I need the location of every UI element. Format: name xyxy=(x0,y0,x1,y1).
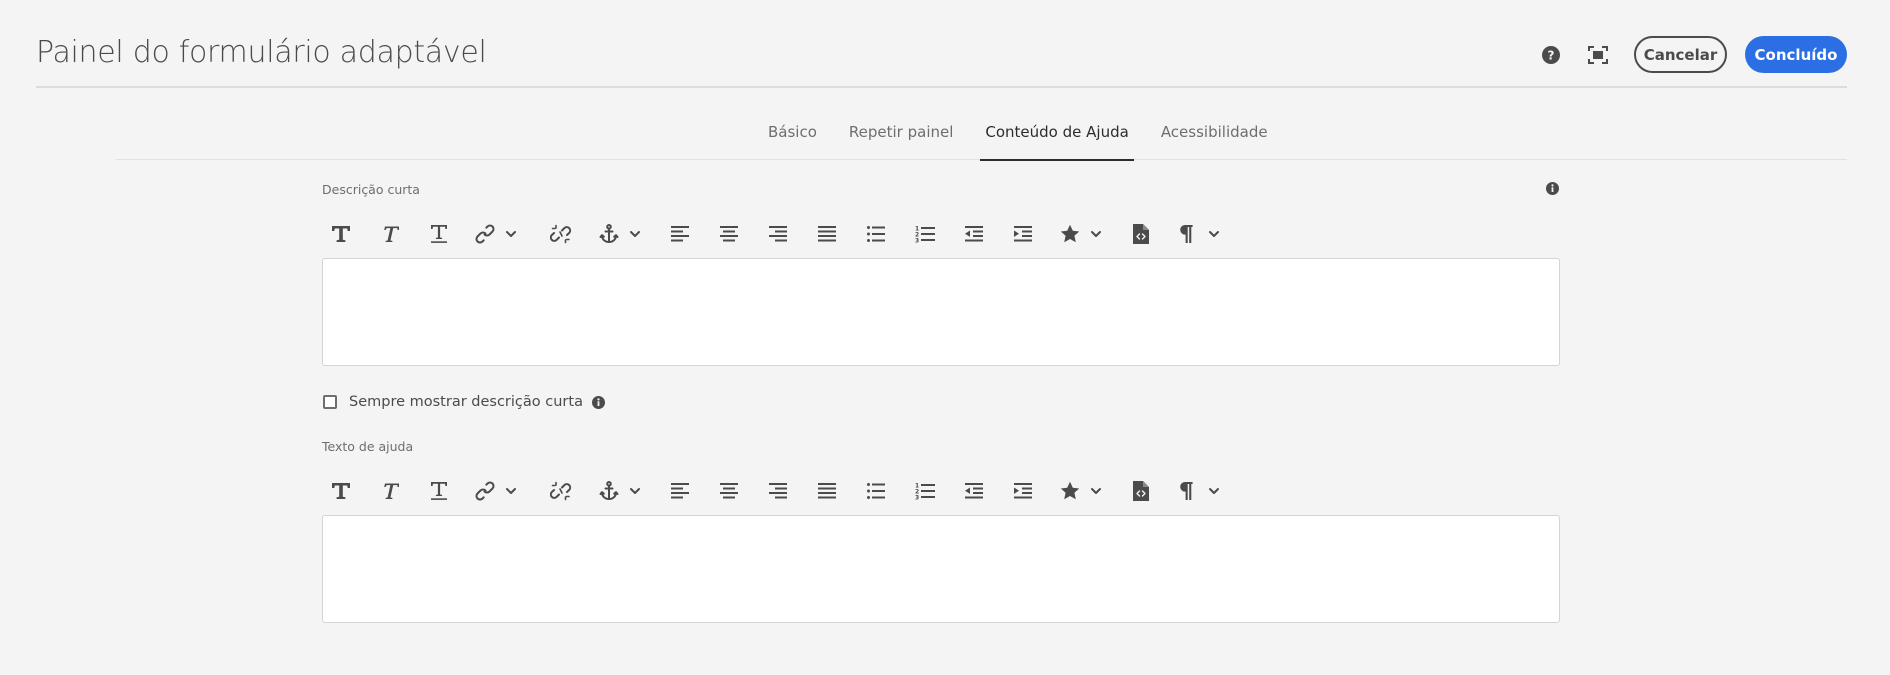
anchor-icon[interactable] xyxy=(594,219,648,249)
indent-icon[interactable] xyxy=(1006,476,1040,506)
italic-icon[interactable] xyxy=(373,476,407,506)
short-description-editor[interactable] xyxy=(322,258,1560,366)
align-right-icon[interactable] xyxy=(761,219,795,249)
info-icon[interactable] xyxy=(1546,180,1559,199)
justify-icon[interactable] xyxy=(810,219,844,249)
short-description-toolbar: 123 xyxy=(322,212,1560,256)
paragraph-format-icon[interactable] xyxy=(1173,476,1227,506)
tab-acessibilidade[interactable]: Acessibilidade xyxy=(1156,109,1273,160)
align-right-icon[interactable] xyxy=(761,476,795,506)
help-text-toolbar: 123 xyxy=(322,469,1560,513)
tab-basico[interactable]: Básico xyxy=(763,109,822,160)
tab-bar: Básico Repetir painel Conteúdo de Ajuda … xyxy=(116,109,1847,161)
bold-icon[interactable] xyxy=(324,219,358,249)
help-text-editor[interactable] xyxy=(322,515,1560,623)
unlink-icon[interactable] xyxy=(544,476,578,506)
svg-text:3: 3 xyxy=(915,238,919,244)
bold-icon[interactable] xyxy=(324,476,358,506)
cancel-button[interactable]: Cancelar xyxy=(1634,36,1727,73)
help-text-label: Texto de ajuda xyxy=(322,439,414,454)
bullet-list-icon[interactable] xyxy=(859,219,893,249)
svg-text:?: ? xyxy=(1548,48,1555,62)
dialog-header: Painel do formulário adaptável ? Cancela… xyxy=(36,0,1847,88)
numbered-list-icon[interactable]: 123 xyxy=(908,476,942,506)
always-show-short-description-checkbox[interactable] xyxy=(323,395,337,409)
special-character-icon[interactable] xyxy=(1055,219,1109,249)
numbered-list-icon[interactable]: 123 xyxy=(908,219,942,249)
align-left-icon[interactable] xyxy=(663,476,697,506)
bullet-list-icon[interactable] xyxy=(859,476,893,506)
help-content-panel: Descrição curta 1 2 3 Sempre mostrar des… xyxy=(322,180,1560,623)
header-actions: ? Cancelar Concluído xyxy=(1540,36,1847,73)
underline-icon[interactable] xyxy=(422,476,456,506)
align-left-icon[interactable] xyxy=(663,219,697,249)
always-show-short-description-label[interactable]: Sempre mostrar descrição curta xyxy=(349,394,583,410)
underline-icon[interactable] xyxy=(422,219,456,249)
align-center-icon[interactable] xyxy=(712,219,746,249)
special-character-icon[interactable] xyxy=(1055,476,1109,506)
help-icon[interactable]: ? xyxy=(1540,44,1562,66)
outdent-icon[interactable] xyxy=(957,219,991,249)
source-edit-icon[interactable] xyxy=(1124,476,1158,506)
paragraph-format-icon[interactable] xyxy=(1173,219,1227,249)
svg-text:3: 3 xyxy=(915,495,919,501)
indent-icon[interactable] xyxy=(1006,219,1040,249)
page-title: Painel do formulário adaptável xyxy=(36,35,487,70)
link-icon[interactable] xyxy=(470,219,524,249)
source-edit-icon[interactable] xyxy=(1124,219,1158,249)
done-button[interactable]: Concluído xyxy=(1745,36,1847,73)
justify-icon[interactable] xyxy=(810,476,844,506)
info-icon[interactable] xyxy=(591,395,605,409)
short-description-label: Descrição curta xyxy=(322,182,420,197)
help-text-section: Texto de ajuda 1 2 3 xyxy=(322,437,1560,623)
fullscreen-icon[interactable] xyxy=(1587,44,1609,66)
link-icon[interactable] xyxy=(470,476,524,506)
anchor-icon[interactable] xyxy=(594,476,648,506)
always-show-short-description-row: Sempre mostrar descrição curta xyxy=(322,391,1560,413)
tab-list: Básico Repetir painel Conteúdo de Ajuda … xyxy=(763,109,1295,161)
outdent-icon[interactable] xyxy=(957,476,991,506)
align-center-icon[interactable] xyxy=(712,476,746,506)
unlink-icon[interactable] xyxy=(544,219,578,249)
tab-conteudo-de-ajuda[interactable]: Conteúdo de Ajuda xyxy=(980,109,1135,161)
italic-icon[interactable] xyxy=(373,219,407,249)
tab-repetir-painel[interactable]: Repetir painel xyxy=(844,109,959,160)
